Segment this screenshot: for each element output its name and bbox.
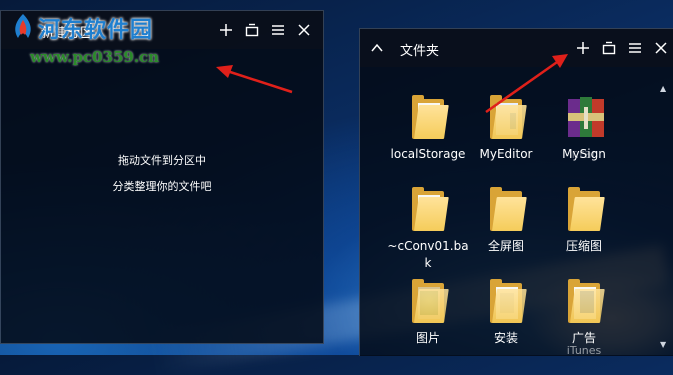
close-icon bbox=[298, 24, 310, 36]
file-item-label: 安装 bbox=[493, 331, 518, 345]
file-item[interactable]: 广告 iTunes bbox=[542, 277, 626, 357]
file-item-label: r.rar MySign bbox=[542, 146, 626, 163]
file-item[interactable]: 安装 bbox=[464, 277, 548, 347]
empty-hint-line2: 分类整理你的文件吧 bbox=[112, 180, 212, 193]
folder-icon bbox=[488, 277, 527, 323]
watermark-title: 河东软件园 bbox=[38, 17, 154, 43]
close-button[interactable] bbox=[650, 37, 672, 59]
folder-icon bbox=[566, 185, 605, 231]
file-item-label: 全屏图 bbox=[487, 239, 524, 253]
chevron-up-icon bbox=[371, 43, 383, 52]
file-item-label: MyEditor bbox=[479, 147, 533, 161]
plus-icon bbox=[577, 42, 589, 54]
menu-icon bbox=[629, 43, 641, 53]
watermark-url: www.pc0359.cn bbox=[30, 48, 160, 66]
file-item-label-text: MySign bbox=[562, 147, 606, 161]
window-icon bbox=[245, 23, 259, 37]
window-mode-button[interactable] bbox=[241, 19, 263, 41]
scroll-down-icon[interactable]: ▼ bbox=[660, 341, 670, 349]
panel-title: 文件夹 bbox=[400, 44, 440, 59]
window-icon bbox=[602, 41, 616, 55]
scroll-up-icon[interactable]: ▲ bbox=[660, 85, 670, 93]
window-mode-button[interactable] bbox=[598, 37, 620, 59]
rar-archive-icon bbox=[566, 93, 604, 139]
file-item[interactable]: r.rar MySign bbox=[542, 93, 626, 163]
menu-icon bbox=[272, 25, 284, 35]
folder-panel-titlebar[interactable]: 文件夹 bbox=[360, 29, 673, 67]
folder-icon bbox=[488, 185, 527, 231]
file-item[interactable]: 压缩图 bbox=[542, 185, 626, 255]
file-item[interactable]: ~cConv01.bak bbox=[386, 185, 470, 272]
menu-button[interactable] bbox=[267, 19, 289, 41]
file-item-label: 图片 bbox=[415, 331, 440, 345]
add-partition-button[interactable] bbox=[572, 37, 594, 59]
watermark-logo-icon bbox=[15, 14, 31, 38]
folder-panel[interactable]: 文件夹 ▲ localStorage MyEditor r.rar MySign… bbox=[359, 28, 673, 357]
folder-icon bbox=[410, 185, 449, 231]
file-item[interactable]: localStorage bbox=[386, 93, 470, 163]
file-item[interactable]: MyEditor bbox=[464, 93, 548, 163]
add-partition-button[interactable] bbox=[215, 19, 237, 41]
close-button[interactable] bbox=[293, 19, 315, 41]
plus-icon bbox=[220, 24, 232, 36]
file-item-label: 广告 iTunes bbox=[542, 330, 626, 357]
file-item-label: 压缩图 bbox=[565, 239, 602, 253]
file-item-label: localStorage bbox=[390, 147, 466, 161]
collapse-button[interactable] bbox=[366, 37, 388, 59]
empty-hint-line1: 拖动文件到分区中 bbox=[118, 154, 206, 167]
overlapped-label: iTunes bbox=[566, 344, 602, 357]
folder-icon bbox=[488, 93, 527, 139]
menu-button[interactable] bbox=[624, 37, 646, 59]
folder-icon bbox=[410, 93, 449, 139]
file-item-label: ~cConv01.bak bbox=[387, 239, 469, 270]
folder-icon bbox=[410, 277, 449, 323]
file-item[interactable]: 全屏图 bbox=[464, 185, 548, 255]
close-icon bbox=[655, 42, 667, 54]
folder-icon bbox=[566, 277, 605, 323]
file-item[interactable]: 图片 bbox=[386, 277, 470, 347]
